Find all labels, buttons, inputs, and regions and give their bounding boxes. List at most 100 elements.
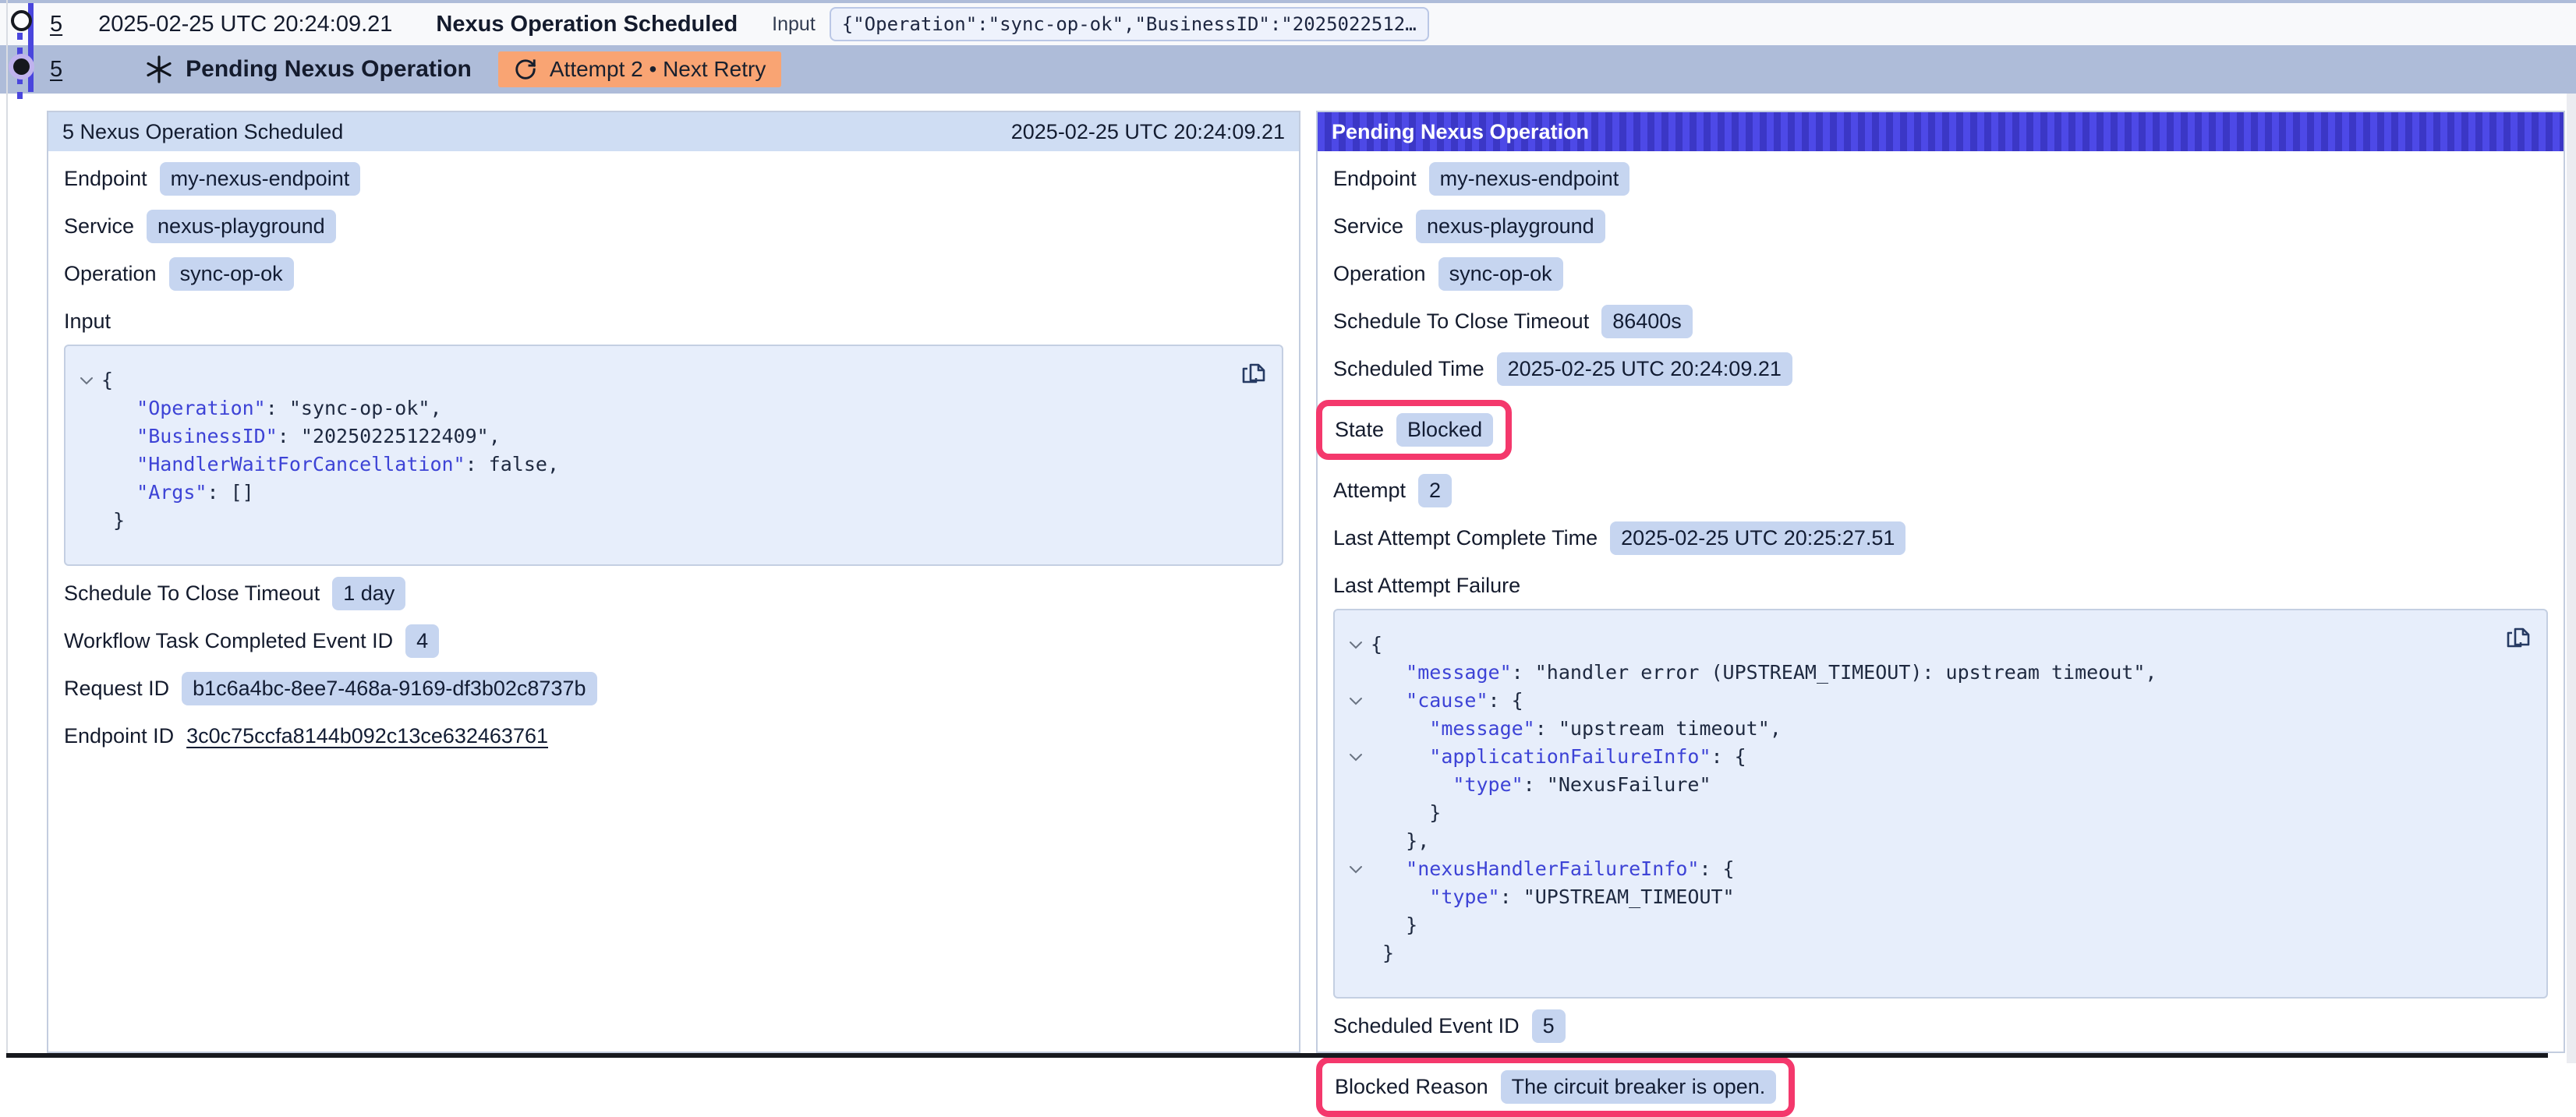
field-row-state: State Blocked (1316, 400, 2548, 460)
input-json-viewer: { "Operation": "sync-op-ok", "BusinessID… (64, 345, 1283, 566)
code-line: "nexusHandlerFailureInfo": { (1341, 855, 2531, 883)
field-row-service: Servicenexus-playground (64, 210, 1283, 243)
code-line: "type": "NexusFailure" (1341, 771, 2531, 799)
copy-icon[interactable] (2501, 621, 2534, 654)
code-text: "Args": [] (101, 479, 254, 507)
field-value-state: Blocked (1396, 413, 1493, 447)
input-json-code: { "Operation": "sync-op-ok", "BusinessID… (72, 366, 1266, 535)
event-row-pending[interactable]: 5 Pending Nexus Operation Attempt 2 • Ne… (0, 45, 2576, 94)
annotation-highlight-box: Blocked ReasonThe circuit breaker is ope… (1316, 1057, 1795, 1117)
gutter (1341, 827, 1371, 855)
field-label-scheduled-event-id: Scheduled Event ID (1333, 1014, 1520, 1038)
failure-section-label: Last Attempt Failure (1333, 574, 2548, 598)
scheduled-panel-timestamp: 2025-02-25 UTC 20:24:09.21 (1011, 120, 1285, 144)
field-inner: Last Attempt Complete Time2025-02-25 UTC… (1333, 521, 1905, 555)
field-inner: Request IDb1c6a4bc-8ee7-468a-9169-df3b02… (64, 672, 597, 705)
gutter (72, 394, 101, 422)
field-inner: Scheduled Time2025-02-25 UTC 20:24:09.21 (1333, 352, 1792, 386)
chevron-down-icon[interactable] (1341, 743, 1371, 771)
pending-event-id-link[interactable]: 5 (50, 57, 62, 83)
scrollbar-track[interactable] (2567, 94, 2576, 1063)
code-line: "cause": { (1341, 687, 2531, 715)
pending-panel-header: Pending Nexus Operation (1318, 112, 2564, 151)
field-value-service: nexus-playground (147, 210, 336, 243)
input-section-label: Input (64, 309, 1283, 334)
field-row-endpoint-id: Endpoint ID 3c0c75ccfa8144b092c13ce632463… (64, 719, 1283, 752)
asterisk-icon (145, 55, 173, 83)
code-line: { (72, 366, 1266, 394)
code-line: "applicationFailureInfo": { (1341, 743, 2531, 771)
field-row-operation: Operation sync-op-ok (64, 257, 1283, 291)
field-inner: Endpoint ID 3c0c75ccfa8144b092c13ce632463… (64, 724, 548, 748)
copy-icon[interactable] (1237, 357, 1269, 390)
field-row-operation: Operationsync-op-ok (1333, 257, 2548, 291)
code-text: "BusinessID": "20250225122409", (101, 422, 501, 451)
field-inner: Operationsync-op-ok (1333, 257, 1563, 291)
field-row-request-id: Request IDb1c6a4bc-8ee7-468a-9169-df3b02… (64, 672, 1283, 705)
gutter (1341, 799, 1371, 827)
attempt-retry-badge: Attempt 2 • Next Retry (498, 51, 781, 87)
scheduled-panel-header: 5 Nexus Operation Scheduled 2025-02-25 U… (48, 112, 1299, 151)
field-value-operation: sync-op-ok (169, 257, 294, 291)
event-id-link[interactable]: 5 (50, 12, 62, 37)
field-inner: Scheduled Event ID5 (1333, 1009, 1566, 1043)
code-text: { (1371, 631, 1382, 659)
field-value-scheduled-time: 2025-02-25 UTC 20:24:09.21 (1497, 352, 1792, 386)
field-row-attempt: Attempt 2 (1333, 474, 2548, 507)
field-row-scheduled-event-id: Scheduled Event ID5 (1333, 1009, 2548, 1043)
field-label-operation: Operation (64, 262, 157, 286)
code-line: "Args": [] (72, 479, 1266, 507)
code-line: }, (1341, 827, 2531, 855)
gutter (1341, 939, 1371, 967)
field-value-schedule-to-close-timeout: 86400s (1601, 305, 1693, 338)
event-name: Nexus Operation Scheduled (436, 12, 738, 37)
chevron-down-icon[interactable] (1341, 687, 1371, 715)
field-value-endpoint: my-nexus-endpoint (1429, 162, 1630, 196)
filled-circle-icon (13, 58, 30, 75)
field-label-schedule-to-close-timeout: Schedule To Close Timeout (64, 581, 320, 606)
event-timestamp: 2025-02-25 UTC 20:24:09.21 (98, 12, 392, 37)
field-inner: Endpointmy-nexus-endpoint (64, 162, 360, 196)
failure-json-code: { "message": "handler error (UPSTREAM_TI… (1341, 631, 2531, 967)
field-value-endpoint: my-nexus-endpoint (160, 162, 361, 196)
field-value-attempt: 2 (1418, 474, 1452, 507)
field-inner: Servicenexus-playground (64, 210, 336, 243)
field-label-attempt: Attempt (1333, 479, 1406, 503)
field-inner: Schedule To Close Timeout86400s (1333, 305, 1693, 338)
field-inner: Schedule To Close Timeout1 day (64, 577, 405, 610)
field-inner: Attempt 2 (1333, 474, 1452, 507)
pending-event-name: Pending Nexus Operation (186, 56, 472, 83)
code-text: "applicationFailureInfo": { (1371, 743, 1746, 771)
pending-panel-title: Pending Nexus Operation (1332, 120, 1589, 144)
field-row-schedule-to-close-timeout: Schedule To Close Timeout1 day (64, 577, 1283, 610)
code-line: { (1341, 631, 2531, 659)
field-inner: Operation sync-op-ok (64, 257, 294, 291)
chevron-down-icon[interactable] (1341, 631, 1371, 659)
code-line: } (1341, 939, 2531, 967)
gutter (72, 422, 101, 451)
field-row-service: Servicenexus-playground (1333, 210, 2548, 243)
field-inner: Workflow Task Completed Event ID4 (64, 624, 439, 658)
field-label-endpoint: Endpoint (1333, 167, 1417, 191)
scheduled-fields: Endpointmy-nexus-endpoint Servicenexus-pl… (64, 162, 1283, 291)
code-text: } (1371, 939, 1394, 967)
field-label-state: State (1335, 418, 1384, 442)
event-row-scheduled[interactable]: 5 2025-02-25 UTC 20:24:09.21 Nexus Opera… (0, 0, 2576, 45)
chevron-down-icon[interactable] (72, 366, 101, 394)
input-preview-chip[interactable]: {"Operation":"sync-op-ok","BusinessID":"… (830, 7, 1429, 41)
field-label-endpoint-id: Endpoint ID (64, 724, 174, 748)
field-value-last-attempt-complete-time: 2025-02-25 UTC 20:25:27.51 (1610, 521, 1905, 555)
input-label: Input (772, 13, 816, 36)
chevron-down-icon[interactable] (1341, 855, 1371, 883)
field-label-service: Service (1333, 214, 1403, 239)
gutter (72, 507, 101, 535)
code-line: } (72, 507, 1266, 535)
window-bottom-divider (6, 1053, 2548, 1058)
code-text: } (1371, 799, 1441, 827)
gutter (72, 479, 101, 507)
field-value-endpoint-id[interactable]: 3c0c75ccfa8144b092c13ce632463761 (186, 724, 548, 748)
code-text: "HandlerWaitForCancellation": false, (101, 451, 559, 479)
pending-fields-after: Scheduled Event ID5Blocked ReasonThe cir… (1333, 1009, 2548, 1117)
field-value-blocked-reason: The circuit breaker is open. (1501, 1070, 1777, 1104)
code-line: } (1341, 911, 2531, 939)
